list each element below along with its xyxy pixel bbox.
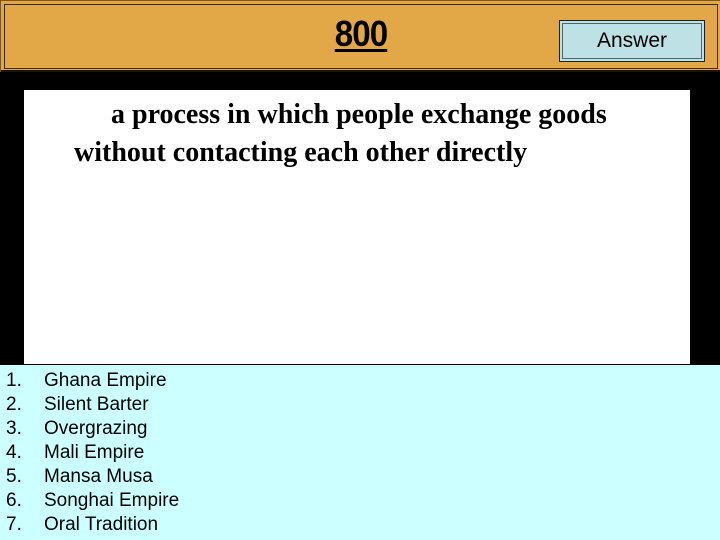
list-item: 1. Ghana Empire (6, 369, 179, 393)
list-item: 4. Mali Empire (6, 441, 179, 465)
options-list: 1. Ghana Empire 2. Silent Barter 3. Overgra… (6, 369, 179, 537)
option-label: Silent Barter (44, 394, 149, 415)
question-text: a process in which people exchange goods… (74, 99, 607, 168)
header-bar: 800 Answer (0, 0, 720, 72)
question-box: a process in which people exchange goods… (24, 90, 690, 364)
option-number: 2. (6, 394, 22, 415)
list-item: 3. Overgrazing (6, 417, 179, 441)
option-label: Ghana Empire (44, 370, 167, 391)
option-label: Overgrazing (44, 418, 148, 439)
option-number: 1. (6, 370, 22, 391)
list-item: 2. Silent Barter (6, 393, 179, 417)
option-number: 5. (6, 466, 22, 487)
list-item: 5. Mansa Musa (6, 465, 179, 489)
option-label: Songhai Empire (44, 490, 180, 511)
list-item: 6. Songhai Empire (6, 489, 179, 513)
option-label: Mansa Musa (44, 466, 153, 487)
option-number: 3. (6, 418, 22, 439)
option-label: Oral Tradition (44, 514, 159, 535)
point-value: 800 (334, 13, 388, 54)
options-panel: 1. Ghana Empire 2. Silent Barter 3. Overgra… (0, 364, 720, 540)
answer-button[interactable]: Answer (559, 20, 705, 62)
option-number: 6. (6, 490, 22, 511)
list-item: 7. Oral Tradition (6, 513, 179, 537)
option-number: 7. (6, 514, 22, 535)
option-number: 4. (6, 442, 22, 463)
option-label: Mali Empire (44, 442, 145, 463)
header-shadow (1, 70, 720, 72)
